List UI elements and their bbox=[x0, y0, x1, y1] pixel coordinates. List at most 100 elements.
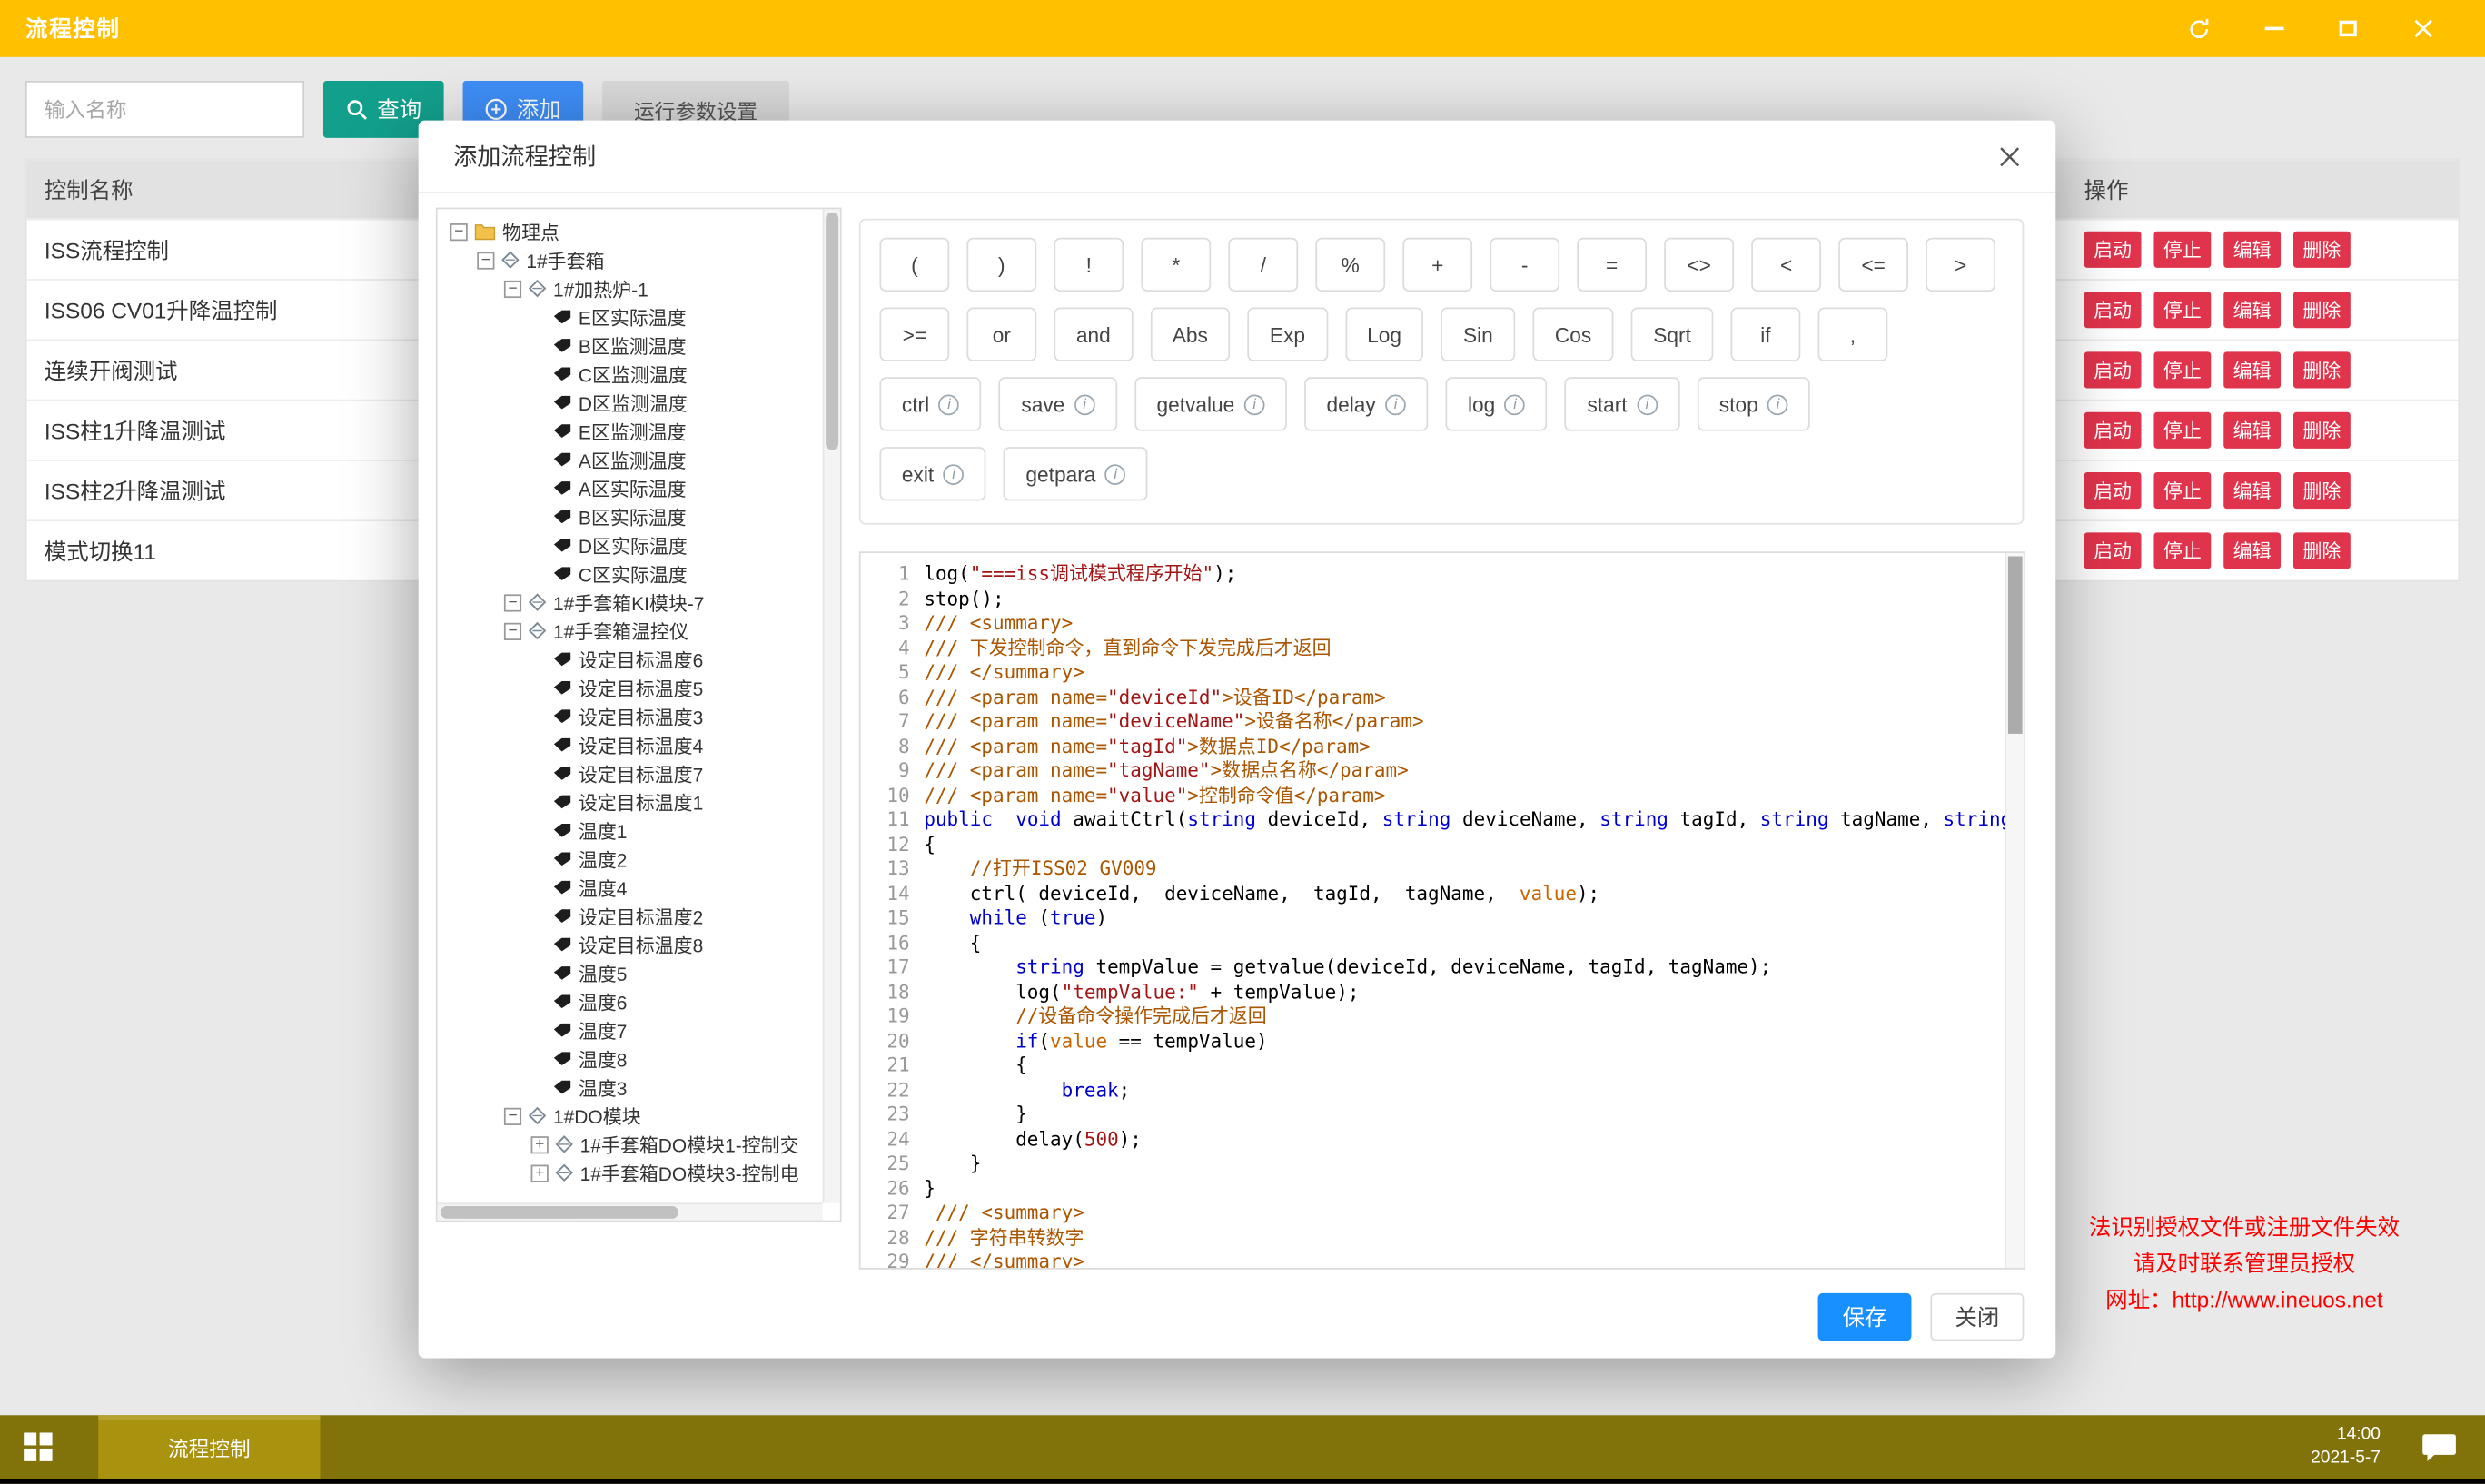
tree-item[interactable]: D区实际温度 bbox=[438, 531, 818, 559]
row-op-button[interactable]: 删除 bbox=[2293, 532, 2351, 569]
operator-button[interactable]: - bbox=[1490, 238, 1559, 292]
operator-button[interactable]: <= bbox=[1838, 238, 1908, 292]
tree-item[interactable]: −1#手套箱KI模块-7 bbox=[438, 588, 818, 616]
operator-button[interactable]: savei bbox=[999, 377, 1117, 430]
minimize-button[interactable] bbox=[2236, 0, 2311, 57]
operator-button[interactable]: ) bbox=[966, 238, 1036, 292]
operator-button[interactable]: delayi bbox=[1304, 377, 1428, 430]
row-op-button[interactable]: 停止 bbox=[2153, 472, 2211, 509]
close-window-button[interactable] bbox=[2385, 0, 2460, 57]
tree-item[interactable]: C区实际温度 bbox=[438, 559, 818, 588]
row-op-button[interactable]: 启动 bbox=[2084, 292, 2142, 328]
tree-item[interactable]: 温度8 bbox=[438, 1044, 818, 1073]
row-op-button[interactable]: 删除 bbox=[2293, 412, 2351, 449]
row-op-button[interactable]: 启动 bbox=[2084, 532, 2142, 569]
tree-item[interactable]: 设定目标温度6 bbox=[438, 645, 818, 673]
row-op-button[interactable]: 编辑 bbox=[2223, 232, 2281, 268]
row-op-button[interactable]: 启动 bbox=[2084, 472, 2142, 509]
tree-item[interactable]: −1#加热炉-1 bbox=[438, 274, 818, 302]
tree-vertical-scrollbar-thumb[interactable] bbox=[826, 213, 838, 450]
row-op-button[interactable]: 编辑 bbox=[2223, 412, 2281, 449]
dialog-close-footer-button[interactable]: 关闭 bbox=[1930, 1293, 2024, 1341]
tree-item[interactable]: 温度4 bbox=[438, 873, 818, 901]
tree-item[interactable]: 设定目标温度8 bbox=[438, 930, 818, 958]
row-op-button[interactable]: 停止 bbox=[2153, 351, 2211, 388]
operator-button[interactable]: Sin bbox=[1441, 308, 1516, 361]
tree-expander-minus-icon[interactable]: − bbox=[504, 594, 521, 611]
tree-item[interactable]: 温度5 bbox=[438, 959, 818, 987]
operator-button[interactable]: logi bbox=[1446, 377, 1548, 430]
row-op-button[interactable]: 删除 bbox=[2293, 472, 2351, 509]
operator-button[interactable]: and bbox=[1054, 308, 1133, 361]
tree-item[interactable]: 设定目标温度7 bbox=[438, 759, 818, 787]
operator-button[interactable]: , bbox=[1817, 308, 1887, 361]
operator-button[interactable]: % bbox=[1315, 238, 1385, 292]
tree-item[interactable]: 温度7 bbox=[438, 1016, 818, 1044]
tree-expander-minus-icon[interactable]: − bbox=[450, 223, 468, 240]
tree-expander-minus-icon[interactable]: − bbox=[504, 622, 521, 639]
operator-button[interactable]: >= bbox=[879, 308, 949, 361]
tree-item[interactable]: 设定目标温度4 bbox=[438, 730, 818, 758]
tree-expander-plus-icon[interactable]: + bbox=[531, 1164, 549, 1182]
tree-expander-plus-icon[interactable]: + bbox=[531, 1135, 549, 1153]
tree-horizontal-scrollbar[interactable] bbox=[438, 1202, 823, 1220]
operator-button[interactable]: Exp bbox=[1248, 308, 1328, 361]
operator-button[interactable]: getvaluei bbox=[1134, 377, 1287, 430]
tree-item[interactable]: −1#手套箱温控仪 bbox=[438, 617, 818, 645]
chat-button[interactable] bbox=[2406, 1415, 2472, 1479]
operator-button[interactable]: = bbox=[1577, 238, 1647, 292]
row-op-button[interactable]: 启动 bbox=[2084, 351, 2142, 388]
editor-vertical-scrollbar[interactable] bbox=[2005, 553, 2024, 1268]
operator-button[interactable]: < bbox=[1751, 238, 1821, 292]
operator-button[interactable]: stopi bbox=[1697, 377, 1810, 430]
tree-item[interactable]: 温度1 bbox=[438, 816, 818, 845]
start-button[interactable] bbox=[0, 1415, 76, 1479]
operator-button[interactable]: > bbox=[1926, 238, 1995, 292]
tree-item[interactable]: 温度3 bbox=[438, 1073, 818, 1101]
tree-item[interactable]: B区监测温度 bbox=[438, 331, 818, 360]
tree-vertical-scrollbar[interactable] bbox=[823, 209, 840, 1202]
operator-button[interactable]: Sqrt bbox=[1631, 308, 1713, 361]
tree-item[interactable]: −1#手套箱 bbox=[438, 245, 818, 273]
tree-item[interactable]: E区实际温度 bbox=[438, 302, 818, 331]
operator-button[interactable]: ! bbox=[1054, 238, 1124, 292]
row-op-button[interactable]: 编辑 bbox=[2223, 472, 2281, 509]
dialog-close-button[interactable] bbox=[1998, 145, 2020, 167]
row-op-button[interactable]: 停止 bbox=[2153, 292, 2211, 328]
tree-horizontal-scrollbar-thumb[interactable] bbox=[441, 1206, 678, 1219]
tree-item[interactable]: −1#DO模块 bbox=[438, 1102, 818, 1130]
tree-item[interactable]: C区监测温度 bbox=[438, 360, 818, 388]
tree-item[interactable]: +1#手套箱DO模块1-控制交 bbox=[438, 1130, 818, 1158]
operator-button[interactable]: / bbox=[1228, 238, 1298, 292]
tree-item[interactable]: +1#手套箱DO模块3-控制电 bbox=[438, 1159, 818, 1187]
taskbar-app-process-control[interactable]: 流程控制 bbox=[98, 1415, 320, 1479]
operator-button[interactable]: ctrli bbox=[879, 377, 981, 430]
tree-item[interactable]: 设定目标温度1 bbox=[438, 787, 818, 816]
tree-item[interactable]: A区监测温度 bbox=[438, 445, 818, 473]
maximize-button[interactable] bbox=[2311, 0, 2385, 57]
operator-button[interactable]: + bbox=[1402, 238, 1472, 292]
tree-item[interactable]: A区实际温度 bbox=[438, 474, 818, 502]
row-op-button[interactable]: 启动 bbox=[2084, 232, 2142, 268]
tree-item[interactable]: 设定目标温度2 bbox=[438, 902, 818, 930]
row-op-button[interactable]: 启动 bbox=[2084, 412, 2142, 449]
operator-button[interactable]: * bbox=[1141, 238, 1211, 292]
row-op-button[interactable]: 停止 bbox=[2153, 232, 2211, 268]
tree-item[interactable]: 温度6 bbox=[438, 987, 818, 1015]
editor-vertical-scrollbar-thumb[interactable] bbox=[2008, 556, 2023, 733]
operator-button[interactable]: starti bbox=[1565, 377, 1679, 430]
operator-button[interactable]: ( bbox=[879, 238, 949, 292]
row-op-button[interactable]: 编辑 bbox=[2223, 532, 2281, 569]
tree-expander-minus-icon[interactable]: − bbox=[477, 252, 494, 269]
tree-item[interactable]: 温度2 bbox=[438, 845, 818, 873]
row-op-button[interactable]: 停止 bbox=[2153, 532, 2211, 569]
tree-item[interactable]: E区监测温度 bbox=[438, 417, 818, 445]
operator-button[interactable]: Cos bbox=[1532, 308, 1613, 361]
tree-item[interactable]: −物理点 bbox=[438, 217, 818, 245]
operator-button[interactable]: or bbox=[966, 308, 1036, 361]
row-op-button[interactable]: 停止 bbox=[2153, 412, 2211, 449]
search-input[interactable] bbox=[25, 81, 304, 138]
script-code-editor[interactable]: 1log("===iss调试模式程序开始");2stop();3/// <sum… bbox=[859, 551, 2025, 1269]
row-op-button[interactable]: 编辑 bbox=[2223, 292, 2281, 328]
operator-button[interactable]: Log bbox=[1345, 308, 1424, 361]
